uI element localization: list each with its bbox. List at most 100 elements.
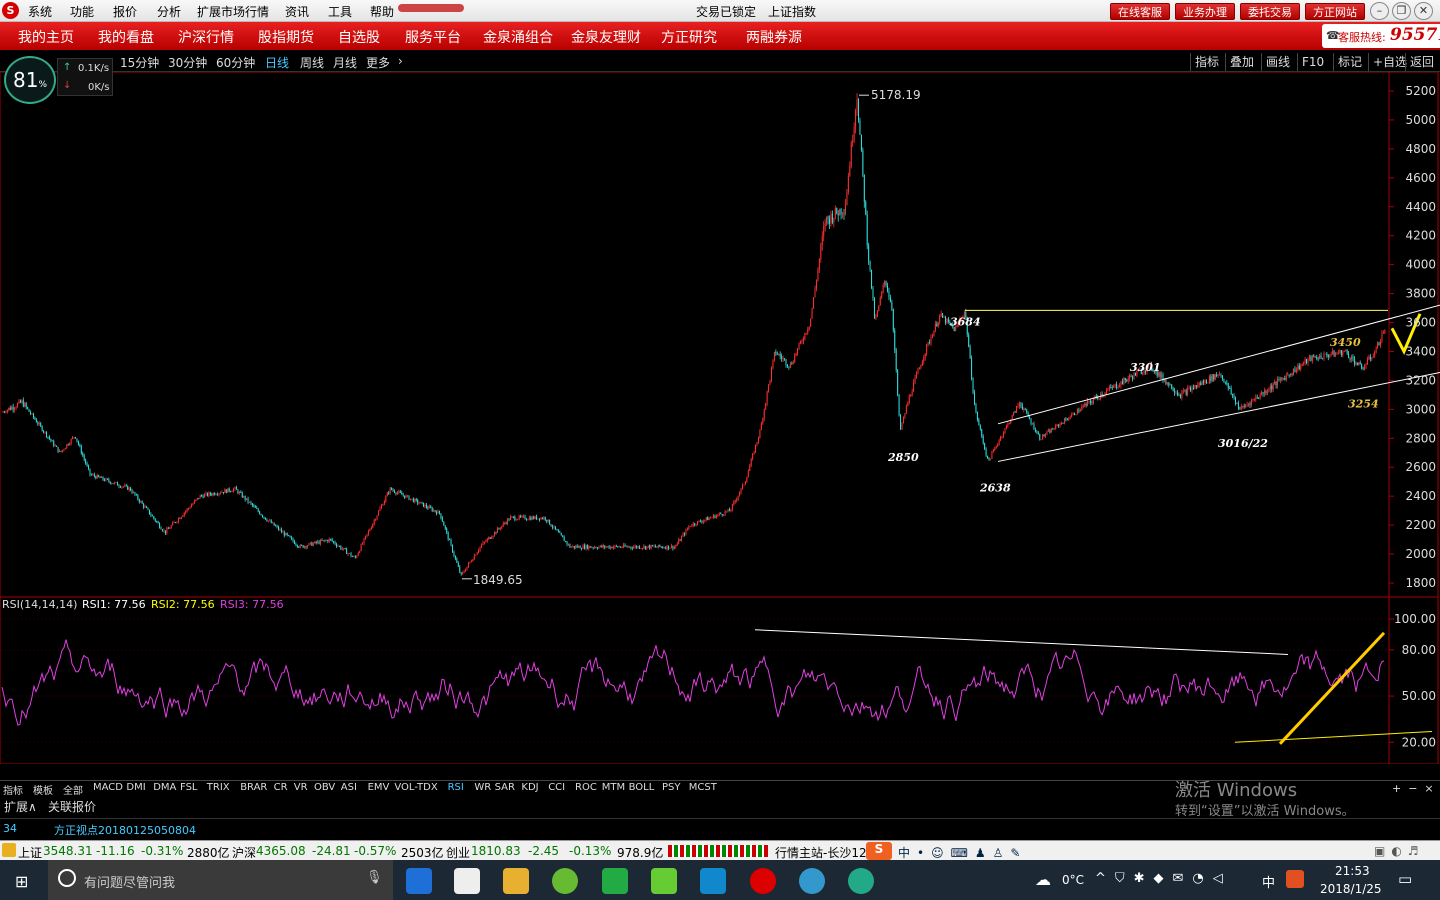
status-tray-icons[interactable]: ▣◐♬ <box>1374 844 1425 858</box>
nav-finance[interactable]: 金泉友理财 <box>571 27 641 47</box>
menu-quote[interactable]: 报价 <box>113 3 137 20</box>
trade-button[interactable]: 委托交易 <box>1240 3 1300 20</box>
nav-service[interactable]: 服务平台 <box>405 27 461 47</box>
period-month[interactable]: 月线 <box>333 54 357 71</box>
edge-icon[interactable] <box>406 868 432 894</box>
sogou-tray-icon[interactable] <box>1286 870 1304 888</box>
mic-icon[interactable]: 🎙 <box>366 870 383 885</box>
nav-hs-market[interactable]: 沪深行情 <box>178 27 234 47</box>
nav-index-futures[interactable]: 股指期货 <box>258 27 314 47</box>
kline-chart[interactable]: 1800 2000 2200 2400 2600 2800 3000 3200 3400 3600… <box>0 72 1440 764</box>
tab-rsi[interactable]: RSI <box>448 782 464 793</box>
candle-body <box>1255 397 1257 400</box>
founder-app-icon[interactable] <box>750 868 776 894</box>
tab-dmi[interactable]: DMI <box>126 782 145 793</box>
browser-360-icon[interactable] <box>552 868 578 894</box>
tab-vol-tdx[interactable]: VOL-TDX <box>394 782 437 793</box>
menu-help[interactable]: 帮助 <box>370 3 394 20</box>
tab-vr[interactable]: VR <box>294 782 308 793</box>
btn-f10[interactable]: F10 <box>1297 53 1328 71</box>
online-service-button[interactable]: 在线客服 <box>1110 3 1170 20</box>
ime-indicator[interactable]: 中 <box>1262 872 1275 891</box>
tab-fsl[interactable]: FSL <box>180 782 198 793</box>
tab-boll[interactable]: BOLL <box>629 782 655 793</box>
period-60m[interactable]: 60分钟 <box>216 54 255 71</box>
nav-my-watch[interactable]: 我的看盘 <box>98 27 154 47</box>
tab-sar[interactable]: SAR <box>495 782 515 793</box>
greenapp-icon[interactable] <box>602 868 628 894</box>
menu-tools[interactable]: 工具 <box>328 3 352 20</box>
tab-kdj[interactable]: KDJ <box>521 782 538 793</box>
tab-mcst[interactable]: MCST <box>689 782 717 793</box>
period-15m[interactable]: 15分钟 <box>120 54 159 71</box>
menu-news[interactable]: 资讯 <box>285 3 309 20</box>
candle-body <box>813 297 815 309</box>
candle-body <box>1242 406 1244 407</box>
minimize-icon[interactable]: – <box>1370 2 1389 20</box>
btn-overlay[interactable]: 叠加 <box>1225 53 1258 71</box>
candle-body <box>1366 359 1368 365</box>
sogou-ime-icon[interactable]: S <box>866 842 892 860</box>
ie-icon[interactable] <box>799 868 825 894</box>
ext-tab[interactable]: 扩展∧ <box>4 798 37 815</box>
period-day[interactable]: 日线 <box>265 54 289 71</box>
tab-dma[interactable]: DMA <box>153 782 176 793</box>
menu-system[interactable]: 系统 <box>28 3 52 20</box>
store-icon[interactable] <box>454 868 480 894</box>
nav-my-home[interactable]: 我的主页 <box>18 27 74 47</box>
zoom-controls[interactable]: + − × <box>1392 782 1438 795</box>
btn-back[interactable]: 返回 <box>1405 53 1438 71</box>
period-week[interactable]: 周线 <box>300 54 324 71</box>
tab-wr[interactable]: WR <box>474 782 491 793</box>
video-player-icon[interactable] <box>700 868 726 894</box>
nav-margin[interactable]: 两融券源 <box>746 27 802 47</box>
menu-analysis[interactable]: 分析 <box>157 3 181 20</box>
candle-body <box>1116 384 1118 388</box>
restore-icon[interactable]: ❐ <box>1392 2 1411 20</box>
candle-body <box>1200 383 1202 385</box>
tab-全部[interactable]: 全部 <box>63 782 83 797</box>
tab-mtm[interactable]: MTM <box>602 782 625 793</box>
close-icon[interactable]: ✕ <box>1414 2 1433 20</box>
related-quote-tab[interactable]: 关联报价 <box>48 798 96 815</box>
tab-psy[interactable]: PSY <box>662 782 681 793</box>
btn-draw[interactable]: 画线 <box>1261 53 1294 71</box>
business-button[interactable]: 业务办理 <box>1175 3 1235 20</box>
period-more[interactable]: 更多 <box>366 54 390 71</box>
ime-toolbar-icons[interactable]: 中•☺⌨♟♙✎ <box>898 844 1027 861</box>
menu-ext-market[interactable]: 扩展市场行情 <box>197 3 269 20</box>
file-explorer-icon[interactable] <box>503 868 529 894</box>
tab-emv[interactable]: EMV <box>368 782 390 793</box>
windows-start-icon[interactable]: ⊞ <box>15 872 28 891</box>
iqiyi-icon[interactable] <box>651 868 677 894</box>
candle-body <box>214 493 216 495</box>
candle-body <box>1198 383 1200 386</box>
tab-brar[interactable]: BRAR <box>240 782 267 793</box>
tab-obv[interactable]: OBV <box>314 782 335 793</box>
notification-icon[interactable]: ▭ <box>1398 870 1412 888</box>
website-button[interactable]: 方正网站 <box>1305 3 1365 20</box>
tab-指标[interactable]: 指标 <box>3 782 23 797</box>
tab-asi[interactable]: ASI <box>341 782 357 793</box>
tab-模板[interactable]: 模板 <box>33 782 53 797</box>
menu-function[interactable]: 功能 <box>70 3 94 20</box>
globe-app-icon[interactable] <box>848 868 874 894</box>
nav-research[interactable]: 方正研究 <box>661 27 717 47</box>
tab-cci[interactable]: CCI <box>548 782 565 793</box>
tab-macd[interactable]: MACD <box>93 782 123 793</box>
candle-body <box>1227 383 1229 389</box>
taskbar-search[interactable]: 有问题尽管问我 🎙 <box>48 860 393 900</box>
tab-roc[interactable]: ROC <box>575 782 597 793</box>
btn-mark[interactable]: 标记 <box>1333 53 1366 71</box>
tab-trix[interactable]: TRIX <box>207 782 230 793</box>
period-30m[interactable]: 30分钟 <box>168 54 207 71</box>
nav-portfolio[interactable]: 金泉涌组合 <box>483 27 553 47</box>
tab-cr[interactable]: CR <box>274 782 288 793</box>
candle-body <box>46 431 47 437</box>
news-title[interactable]: 方正视点20180125050804 <box>54 822 196 838</box>
nav-watchlist[interactable]: 自选股 <box>338 27 380 47</box>
btn-indicator[interactable]: 指标 <box>1190 53 1223 71</box>
tray-icons[interactable]: ^⛉✱◆✉◔◁ <box>1095 871 1232 886</box>
candle-body <box>910 395 912 397</box>
chevron-right-icon[interactable]: › <box>398 54 403 68</box>
